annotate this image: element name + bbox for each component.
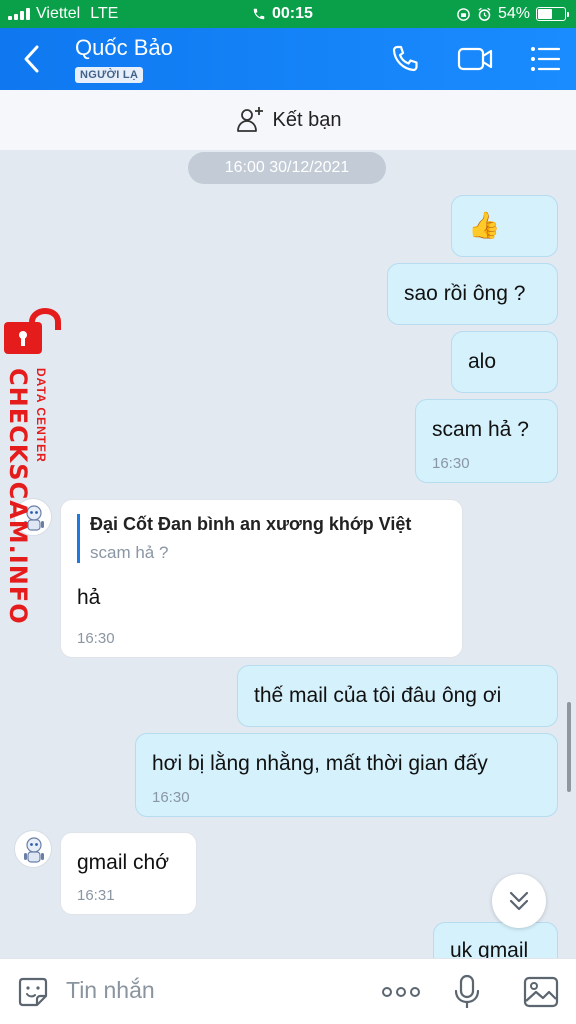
date-separator: 16:00 30/12/2021: [188, 152, 386, 184]
message-bubble-outgoing[interactable]: alo: [451, 331, 558, 393]
more-options-button[interactable]: [380, 973, 420, 1011]
message-time: 16:30: [152, 789, 190, 806]
add-friend-button[interactable]: Kết bạn: [0, 90, 576, 150]
message-time: 16:31: [77, 887, 115, 904]
message-bubble-outgoing[interactable]: 👍: [451, 195, 558, 257]
phone-icon: [392, 45, 418, 72]
quoted-message[interactable]: Đại Cốt Đan bình an xương khớp Việt scam…: [77, 514, 411, 563]
carrier-name: Viettel: [36, 5, 81, 22]
add-friend-label: Kết bạn: [272, 108, 342, 131]
thumbs-up-emoji: 👍: [468, 210, 501, 240]
message-text: gmail chớ: [77, 851, 169, 874]
avatar[interactable]: [14, 830, 52, 868]
sticker-button[interactable]: [14, 973, 52, 1011]
status-bar: Viettel LTE 00:15 54%: [0, 0, 576, 28]
voice-call-button[interactable]: [386, 40, 424, 78]
watermark: CHECKSCAM.INFO DATA CENTER: [0, 308, 66, 625]
voice-record-button[interactable]: [448, 973, 486, 1011]
message-input[interactable]: Tin nhắn: [66, 977, 155, 1004]
message-text: hơi bị lằng nhằng, mất thời gian đấy: [152, 752, 488, 775]
message-bubble-incoming[interactable]: gmail chớ 16:31: [60, 832, 197, 915]
message-bubble-outgoing[interactable]: uk gmail: [433, 922, 558, 958]
battery-percent: 54%: [497, 5, 530, 22]
message-bubble-outgoing[interactable]: sao rồi ông ?: [387, 263, 558, 325]
status-right: 54%: [456, 5, 569, 23]
message-text: sao rồi ông ?: [404, 282, 526, 305]
double-chevron-down-icon: [509, 891, 529, 911]
signal-icon: [8, 8, 30, 20]
message-text: thế mail của tôi đâu ông ơi: [254, 684, 502, 707]
gallery-button[interactable]: [522, 973, 560, 1011]
chat-header: Quốc Bảo NGƯỜI LẠ: [0, 28, 576, 90]
add-user-icon: [236, 107, 263, 132]
robot-avatar-icon: [24, 837, 44, 863]
battery-icon: [536, 7, 569, 21]
message-text: uk gmail: [450, 939, 529, 958]
scroll-to-bottom-button[interactable]: [492, 874, 546, 928]
sticker-smiley-icon: [18, 977, 48, 1007]
scroll-indicator[interactable]: [567, 702, 571, 792]
message-time: 16:30: [77, 630, 115, 647]
alarm-icon: [478, 7, 491, 21]
message-text: alo: [468, 350, 497, 373]
watermark-sub-text: DATA CENTER: [34, 368, 48, 463]
contact-name[interactable]: Quốc Bảo: [75, 35, 173, 61]
message-bubble-outgoing[interactable]: scam hả ? 16:30: [415, 399, 558, 483]
message-input-bar: Tin nhắn: [0, 958, 576, 1024]
menu-button[interactable]: [526, 40, 564, 78]
message-bubble-outgoing[interactable]: hơi bị lằng nhằng, mất thời gian đấy 16:…: [135, 733, 558, 817]
network-type: LTE: [90, 5, 119, 22]
status-left: Viettel LTE: [8, 5, 118, 23]
video-camera-icon: [457, 47, 493, 71]
message-bubble-incoming[interactable]: Đại Cốt Đan bình an xương khớp Việt scam…: [60, 499, 463, 658]
image-gallery-icon: [523, 976, 559, 1008]
phone-call-icon: [253, 8, 265, 20]
chevron-left-icon: [24, 45, 39, 73]
padlock-logo-icon: [4, 308, 61, 354]
clock-time: 00:15: [272, 5, 313, 22]
message-text: hả: [77, 586, 101, 609]
status-center: 00:15: [252, 5, 313, 23]
stranger-badge: NGƯỜI LẠ: [75, 67, 144, 83]
quoted-text: scam hả ?: [90, 543, 169, 562]
message-text: scam hả ?: [432, 418, 529, 441]
watermark-main-text: CHECKSCAM.INFO: [4, 368, 32, 625]
microphone-icon: [454, 974, 480, 1008]
quoted-sender: Đại Cốt Đan bình an xương khớp Việt: [90, 514, 412, 534]
screen-lock-icon: [457, 7, 470, 21]
more-dots-icon: [382, 987, 420, 997]
back-button[interactable]: [18, 42, 46, 76]
chat-area[interactable]: 16:00 30/12/2021 👍 sao rồi ông ? alo sca…: [0, 150, 576, 958]
list-menu-icon: [531, 47, 561, 71]
video-call-button[interactable]: [456, 40, 494, 78]
message-time: 16:30: [432, 455, 470, 472]
message-bubble-outgoing[interactable]: thế mail của tôi đâu ông ơi: [237, 665, 558, 727]
